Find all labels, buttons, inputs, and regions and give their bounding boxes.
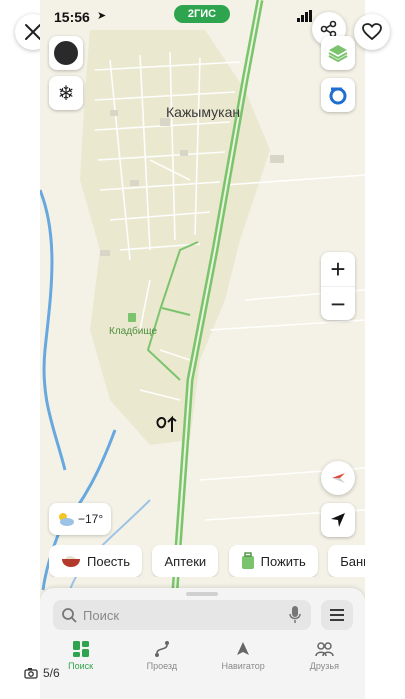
tab-label: Поиск xyxy=(68,661,94,671)
chip-atms[interactable]: Банкоматы xyxy=(328,545,365,577)
friends-icon xyxy=(315,642,335,657)
partly-cloudy-icon xyxy=(59,513,74,526)
grid-icon xyxy=(72,641,89,657)
map-canvas[interactable] xyxy=(40,0,365,590)
route-icon xyxy=(154,641,169,657)
bottom-sheet: Поиск Поиск Проезд Навигатор Друзья xyxy=(40,588,365,699)
tab-label: Проезд xyxy=(146,661,178,671)
assistant-button[interactable] xyxy=(321,78,355,112)
brand-badge: 2ГИС xyxy=(174,5,230,23)
layers-icon xyxy=(328,45,348,63)
chip-eat[interactable]: Поесть xyxy=(49,545,143,577)
chip-label: Аптеки xyxy=(164,553,207,569)
search-icon xyxy=(62,608,77,623)
zoom-in-button[interactable]: + xyxy=(321,252,355,286)
navigator-icon xyxy=(237,642,250,655)
chip-label: Пожить xyxy=(260,553,306,569)
snowflake-button[interactable]: ❄ xyxy=(49,76,83,110)
clock: 15:56 xyxy=(54,9,90,25)
tab-route[interactable]: Проезд xyxy=(121,638,202,678)
microphone-icon[interactable] xyxy=(289,606,301,624)
tab-navigator[interactable]: Навигатор xyxy=(203,638,284,678)
search-placeholder: Поиск xyxy=(83,608,120,623)
chip-label: Поесть xyxy=(87,553,131,569)
chip-label: Банкоматы xyxy=(340,553,365,569)
bottom-tabs: Поиск Проезд Навигатор Друзья xyxy=(40,638,365,678)
layers-button[interactable] xyxy=(321,36,355,70)
location-arrow-icon: ➤ xyxy=(97,10,107,22)
zoom-controls: + − xyxy=(321,252,355,320)
bowl-icon xyxy=(62,556,80,567)
cemetery-label: Кладбище xyxy=(109,326,158,337)
weather-widget[interactable]: −17° xyxy=(49,503,112,535)
category-chips: Поесть Аптеки Пожить Банкоматы xyxy=(49,545,365,577)
avatar xyxy=(54,41,78,65)
temperature: −17° xyxy=(78,512,104,526)
chip-pharmacies[interactable]: Аптеки xyxy=(152,545,219,577)
chip-stay[interactable]: Пожить xyxy=(228,545,318,577)
signal-icon xyxy=(297,10,312,22)
favorite-button[interactable] xyxy=(354,14,390,50)
compass-button[interactable] xyxy=(321,461,355,495)
tab-label: Навигатор xyxy=(221,661,265,671)
compass-icon xyxy=(332,473,345,483)
menu-button[interactable] xyxy=(321,600,353,630)
assistant-icon xyxy=(329,87,347,105)
photo-counter: 5/6 xyxy=(24,666,60,680)
camera-icon xyxy=(24,668,38,679)
photo-viewer: Кажымукан Кладбище 15:56 ➤ 2ГИС ❄ + − −1… xyxy=(0,0,405,699)
search-input[interactable]: Поиск xyxy=(53,600,311,630)
phone-screenshot: Кажымукан Кладбище 15:56 ➤ 2ГИС ❄ + − −1… xyxy=(40,0,365,699)
location-arrow-icon xyxy=(331,513,345,527)
tab-label: Друзья xyxy=(309,661,339,671)
hamburger-icon xyxy=(330,609,344,621)
counter-text: 5/6 xyxy=(43,666,60,680)
sheet-handle[interactable] xyxy=(186,592,218,596)
heart-icon xyxy=(362,23,382,41)
tab-friends[interactable]: Друзья xyxy=(284,638,365,678)
my-location-button[interactable] xyxy=(321,503,355,537)
snowflake-icon: ❄ xyxy=(57,82,75,105)
zoom-out-button[interactable]: − xyxy=(321,286,355,321)
profile-avatar-button[interactable] xyxy=(49,36,83,70)
town-label: Кажымукан xyxy=(166,104,241,120)
suitcase-icon xyxy=(241,552,254,569)
